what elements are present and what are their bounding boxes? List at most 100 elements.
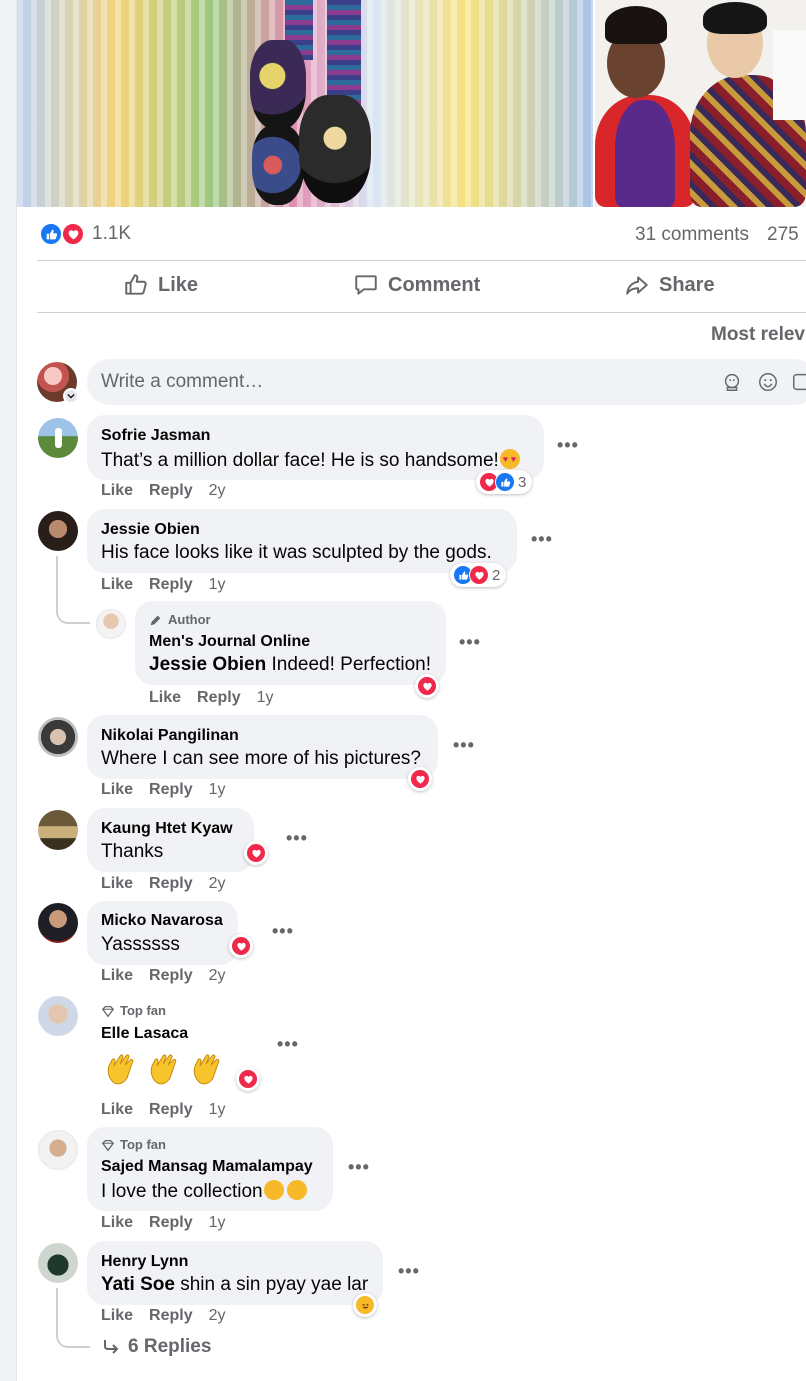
comment-like-button[interactable]: Like xyxy=(101,482,133,500)
comment-reply-button[interactable]: Reply xyxy=(149,967,193,985)
comment-reactions[interactable] xyxy=(415,674,439,698)
like-button[interactable]: Like xyxy=(123,272,198,298)
reaction-icons[interactable] xyxy=(39,222,89,246)
comment-reactions[interactable] xyxy=(236,1067,260,1091)
comment-button[interactable]: Comment xyxy=(353,272,480,298)
comment-author[interactable]: Nikolai Pangilinan xyxy=(101,727,239,745)
avatar[interactable] xyxy=(38,903,78,943)
comment-reactions[interactable] xyxy=(353,1293,377,1317)
comment-author[interactable]: Sofrie Jasman xyxy=(101,427,210,445)
comment-reply-button[interactable]: Reply xyxy=(197,689,241,707)
comment-meta: Like Reply 2y xyxy=(101,967,226,985)
comment-reply-button[interactable]: Reply xyxy=(149,1214,193,1232)
more-options-icon[interactable]: ••• xyxy=(453,735,475,756)
thread-connector xyxy=(56,1288,90,1348)
more-options-icon[interactable]: ••• xyxy=(398,1261,420,1282)
reply-arrow-icon xyxy=(104,1340,119,1354)
more-options-icon[interactable]: ••• xyxy=(557,435,579,456)
divider xyxy=(37,260,806,261)
mention-link[interactable]: Jessie Obien xyxy=(149,654,266,675)
mention-link[interactable]: Yati Soe xyxy=(101,1274,175,1295)
comment-reactions[interactable]: 3 xyxy=(476,470,533,494)
avatar[interactable] xyxy=(38,996,78,1036)
avatar[interactable] xyxy=(38,717,78,757)
comment-author[interactable]: Micko Navarosa xyxy=(101,912,223,930)
comment-author[interactable]: Elle Lasaca xyxy=(101,1025,188,1043)
comment-sort-dropdown[interactable]: Most relev xyxy=(711,324,805,346)
post-action-bar: Like Comment Share xyxy=(37,262,806,312)
comment-like-button[interactable]: Like xyxy=(101,875,133,893)
like-reaction-icon xyxy=(39,222,63,246)
share-button[interactable]: Share xyxy=(624,272,715,298)
comment-reactions[interactable] xyxy=(244,841,268,865)
comment-reply-button[interactable]: Reply xyxy=(149,875,193,893)
avatar[interactable] xyxy=(38,1243,78,1283)
love-reaction-icon xyxy=(231,936,251,956)
comment-composer[interactable] xyxy=(87,359,806,405)
post-photo-models[interactable] xyxy=(595,0,806,207)
diamond-icon xyxy=(101,1139,115,1151)
comment-timestamp[interactable]: 1y xyxy=(209,1101,226,1119)
avatar[interactable] xyxy=(38,418,78,458)
comment-meta: Like Reply 2y xyxy=(101,1307,226,1325)
shares-count[interactable]: 275 xyxy=(767,224,799,246)
avatar[interactable] xyxy=(38,1130,78,1170)
comment-like-button[interactable]: Like xyxy=(101,1101,133,1119)
comment-like-button[interactable]: Like xyxy=(149,689,181,707)
more-options-icon[interactable]: ••• xyxy=(348,1157,370,1178)
comment-timestamp[interactable]: 1y xyxy=(209,576,226,594)
top-fan-badge[interactable]: Top fan xyxy=(101,1137,166,1152)
comment-reply-button[interactable]: Reply xyxy=(149,1101,193,1119)
comment-timestamp[interactable]: 2y xyxy=(209,1307,226,1325)
love-reaction-icon xyxy=(246,843,266,863)
comment-reactions[interactable] xyxy=(229,934,253,958)
heart-eyes-emoji-icon xyxy=(263,1180,284,1200)
thread-connector xyxy=(56,556,90,624)
more-options-icon[interactable]: ••• xyxy=(286,828,308,849)
comment-reply-button[interactable]: Reply xyxy=(149,576,193,594)
comment-timestamp[interactable]: 2y xyxy=(209,482,226,500)
comment-like-button[interactable]: Like xyxy=(101,1214,133,1232)
comment-text: Jessie Obien Indeed! Perfection! xyxy=(149,654,432,675)
comment-text: Yati Soe shin a sin pyay yae lar xyxy=(101,1274,369,1295)
comment-bubble: Nikolai Pangilinan Where I can see more … xyxy=(87,715,438,779)
comment-input[interactable] xyxy=(101,371,601,393)
comment-timestamp[interactable]: 2y xyxy=(209,967,226,985)
comment-like-button[interactable]: Like xyxy=(101,1307,133,1325)
comment-reply-button[interactable]: Reply xyxy=(149,781,193,799)
comment-author[interactable]: Kaung Htet Kyaw xyxy=(101,820,233,838)
comment-reactions[interactable]: 2 xyxy=(450,563,507,587)
post-photo-shoes[interactable] xyxy=(17,0,593,207)
comment-timestamp[interactable]: 1y xyxy=(209,1214,226,1232)
view-replies-link[interactable]: 6 Replies xyxy=(102,1336,211,1358)
comment-like-button[interactable]: Like xyxy=(101,967,133,985)
avatar[interactable] xyxy=(96,609,126,639)
gif-icon[interactable] xyxy=(791,371,806,393)
comment-author[interactable]: Sajed Mansag Mamalampay xyxy=(101,1158,313,1176)
more-options-icon[interactable]: ••• xyxy=(277,1034,299,1055)
emoji-icon[interactable] xyxy=(757,371,779,393)
comment-like-button[interactable]: Like xyxy=(101,576,133,594)
avatar[interactable] xyxy=(38,511,78,551)
love-reaction-icon xyxy=(469,565,489,585)
chevron-down-icon[interactable] xyxy=(63,388,79,404)
comments-count[interactable]: 31 comments xyxy=(635,224,749,246)
reaction-count[interactable]: 1.1K xyxy=(92,223,131,245)
avatar-sticker-icon[interactable] xyxy=(721,371,743,393)
comment-like-button[interactable]: Like xyxy=(101,781,133,799)
more-options-icon[interactable]: ••• xyxy=(272,921,294,942)
comment-author[interactable]: Henry Lynn xyxy=(101,1253,188,1271)
comment-timestamp[interactable]: 1y xyxy=(257,689,274,707)
comment-timestamp[interactable]: 2y xyxy=(209,875,226,893)
comment-reply-button[interactable]: Reply xyxy=(149,1307,193,1325)
more-options-icon[interactable]: ••• xyxy=(459,632,481,653)
avatar[interactable] xyxy=(38,810,78,850)
love-reaction-icon xyxy=(417,676,437,696)
comment-reply-button[interactable]: Reply xyxy=(149,482,193,500)
comment-timestamp[interactable]: 1y xyxy=(209,781,226,799)
comment-author[interactable]: Men's Journal Online xyxy=(149,633,310,651)
more-options-icon[interactable]: ••• xyxy=(531,529,553,550)
comment-author[interactable]: Jessie Obien xyxy=(101,521,200,539)
top-fan-badge[interactable]: Top fan xyxy=(101,1003,166,1018)
comment-reactions[interactable] xyxy=(408,767,432,791)
